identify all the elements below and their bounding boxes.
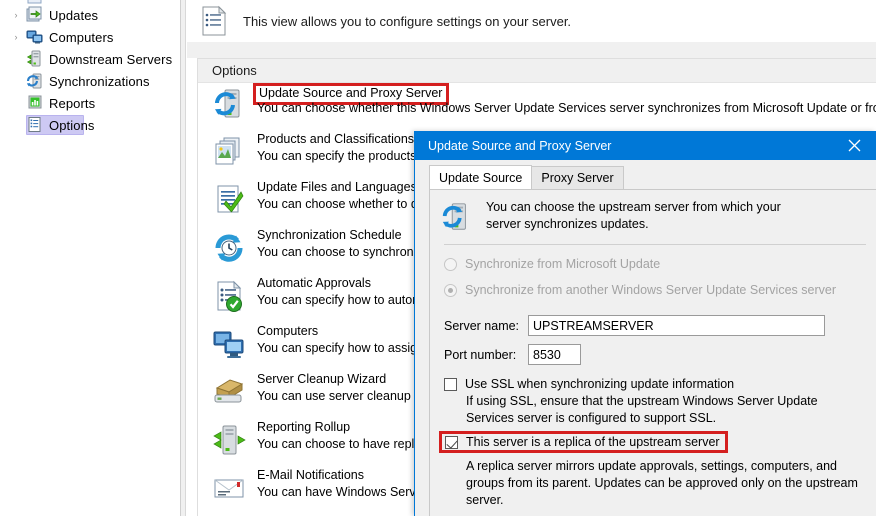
- port-number-row: Port number: 8530: [430, 344, 876, 365]
- option-title[interactable]: Automatic Approvals: [257, 275, 430, 292]
- update-files-languages-icon: [212, 183, 246, 217]
- update-source-proxy-dialog: Update Source and Proxy Server Update So…: [414, 131, 876, 516]
- option-title[interactable]: Reporting Rollup: [257, 419, 430, 436]
- server-name-row: Server name: UPSTREAMSERVER: [430, 315, 876, 336]
- synchronization-schedule-icon: [212, 231, 246, 265]
- sidebar-item-downstream-servers[interactable]: Downstream Servers: [0, 48, 180, 70]
- dialog-tabstrip: Update Source Proxy Server: [429, 165, 876, 189]
- ssl-checkbox-label: Use SSL when synchronizing update inform…: [465, 377, 735, 391]
- sidebar-item-label: Reports: [49, 95, 96, 111]
- option-description: You can choose to synchronize: [257, 245, 430, 259]
- replica-checkbox-label: This server is a replica of the upstream…: [466, 435, 720, 449]
- ssl-checkbox-row[interactable]: Use SSL when synchronizing update inform…: [430, 377, 876, 391]
- server-cleanup-icon: [212, 375, 246, 409]
- sidebar-item-label: Computers: [49, 29, 114, 45]
- options-panel-header: Options: [198, 59, 876, 83]
- divider: [444, 244, 866, 245]
- option-description: You can have Windows Server: [257, 485, 427, 499]
- update-source-icon: [212, 87, 246, 121]
- radio-button[interactable]: [444, 283, 457, 297]
- replica-note: A replica server mirrors update approval…: [466, 459, 858, 507]
- view-banner-text: This view allows you to configure settin…: [243, 13, 572, 29]
- tab-proxy-server[interactable]: Proxy Server: [531, 166, 624, 189]
- option-title[interactable]: Synchronization Schedule: [257, 227, 430, 244]
- option-title[interactable]: Products and Classifications: [257, 131, 430, 148]
- sidebar-item-options[interactable]: Options: [0, 114, 180, 136]
- reporting-rollup-icon: [212, 423, 246, 457]
- option-description: You can choose to have replica: [257, 437, 431, 451]
- automatic-approvals-icon: [212, 279, 246, 313]
- radio-another-wsus-server[interactable]: Synchronize from another Windows Server …: [430, 277, 876, 303]
- radio-label: Synchronize from Microsoft Update: [465, 257, 661, 271]
- sidebar-item-reports[interactable]: Reports: [0, 92, 180, 114]
- dialog-header-text: You can choose the upstream server from …: [486, 200, 781, 231]
- app-window: › Updates › Computers Downstream Servers…: [0, 0, 876, 516]
- option-description: You can specify how to assign: [257, 341, 425, 355]
- option-description: You can choose whether this Windows Serv…: [257, 101, 876, 115]
- options-icon: [26, 116, 44, 134]
- option-description: You can specify the products fo: [257, 149, 431, 163]
- sidebar-item-label: Synchronizations: [49, 73, 150, 89]
- option-title[interactable]: Computers: [257, 323, 424, 340]
- list-item[interactable]: Update Source and Proxy Server You can c…: [198, 83, 876, 131]
- replica-checkbox[interactable]: [445, 436, 458, 449]
- options-list-icon: [199, 5, 229, 37]
- option-title[interactable]: E-Mail Notifications: [257, 467, 427, 484]
- dialog-header: You can choose the upstream server from …: [430, 190, 876, 233]
- email-notifications-icon: [212, 471, 246, 505]
- port-number-label: Port number:: [444, 347, 517, 362]
- downstream-servers-icon: [26, 50, 44, 68]
- navigation-tree: › Updates › Computers Downstream Servers…: [0, 0, 180, 516]
- replica-checkbox-row[interactable]: This server is a replica of the upstream…: [439, 431, 728, 453]
- server-name-label: Server name:: [444, 318, 520, 333]
- option-description: You can use server cleanup to f: [257, 389, 432, 403]
- radio-microsoft-update[interactable]: Synchronize from Microsoft Update: [430, 251, 876, 277]
- server-name-input[interactable]: UPSTREAMSERVER: [528, 315, 825, 336]
- close-icon[interactable]: [832, 131, 876, 160]
- computers-icon: [26, 28, 44, 46]
- update-source-icon: [440, 201, 472, 233]
- tab-update-source[interactable]: Update Source: [429, 165, 533, 189]
- option-title[interactable]: Server Cleanup Wizard: [257, 371, 432, 388]
- sidebar-item-computers[interactable]: › Computers: [0, 26, 180, 48]
- radio-label: Synchronize from another Windows Server …: [465, 283, 836, 297]
- sidebar-item-label: Downstream Servers: [49, 51, 173, 67]
- option-description: You can specify how to automa: [257, 293, 430, 307]
- sidebar-item-label: Options: [49, 117, 95, 133]
- synchronizations-icon: [26, 72, 44, 90]
- dialog-tab-panel: You can choose the upstream server from …: [429, 189, 876, 516]
- port-number-input[interactable]: 8530: [528, 344, 581, 365]
- dialog-title-bar[interactable]: Update Source and Proxy Server: [415, 131, 876, 160]
- ssl-note: If using SSL, ensure that the upstream W…: [466, 394, 818, 425]
- option-title[interactable]: Update Files and Languages: [257, 179, 431, 196]
- reports-icon: [26, 94, 44, 112]
- option-description: You can choose whether to dov: [257, 197, 431, 211]
- sidebar-item-synchronizations[interactable]: Synchronizations: [0, 70, 180, 92]
- sidebar-item-label: Updates: [49, 7, 99, 23]
- radio-button[interactable]: [444, 257, 457, 271]
- sidebar-item-updates[interactable]: › Updates: [0, 4, 180, 26]
- ssl-checkbox[interactable]: [444, 378, 457, 391]
- banner-separator: [187, 42, 876, 58]
- products-classifications-icon: [212, 135, 246, 169]
- pane-splitter[interactable]: [180, 0, 186, 516]
- expander-icon[interactable]: ›: [8, 7, 24, 23]
- expander-icon[interactable]: ›: [8, 29, 24, 45]
- updates-icon: [26, 6, 44, 24]
- view-banner: This view allows you to configure settin…: [187, 0, 876, 42]
- computers-option-icon: [212, 327, 246, 361]
- dialog-title: Update Source and Proxy Server: [428, 138, 612, 153]
